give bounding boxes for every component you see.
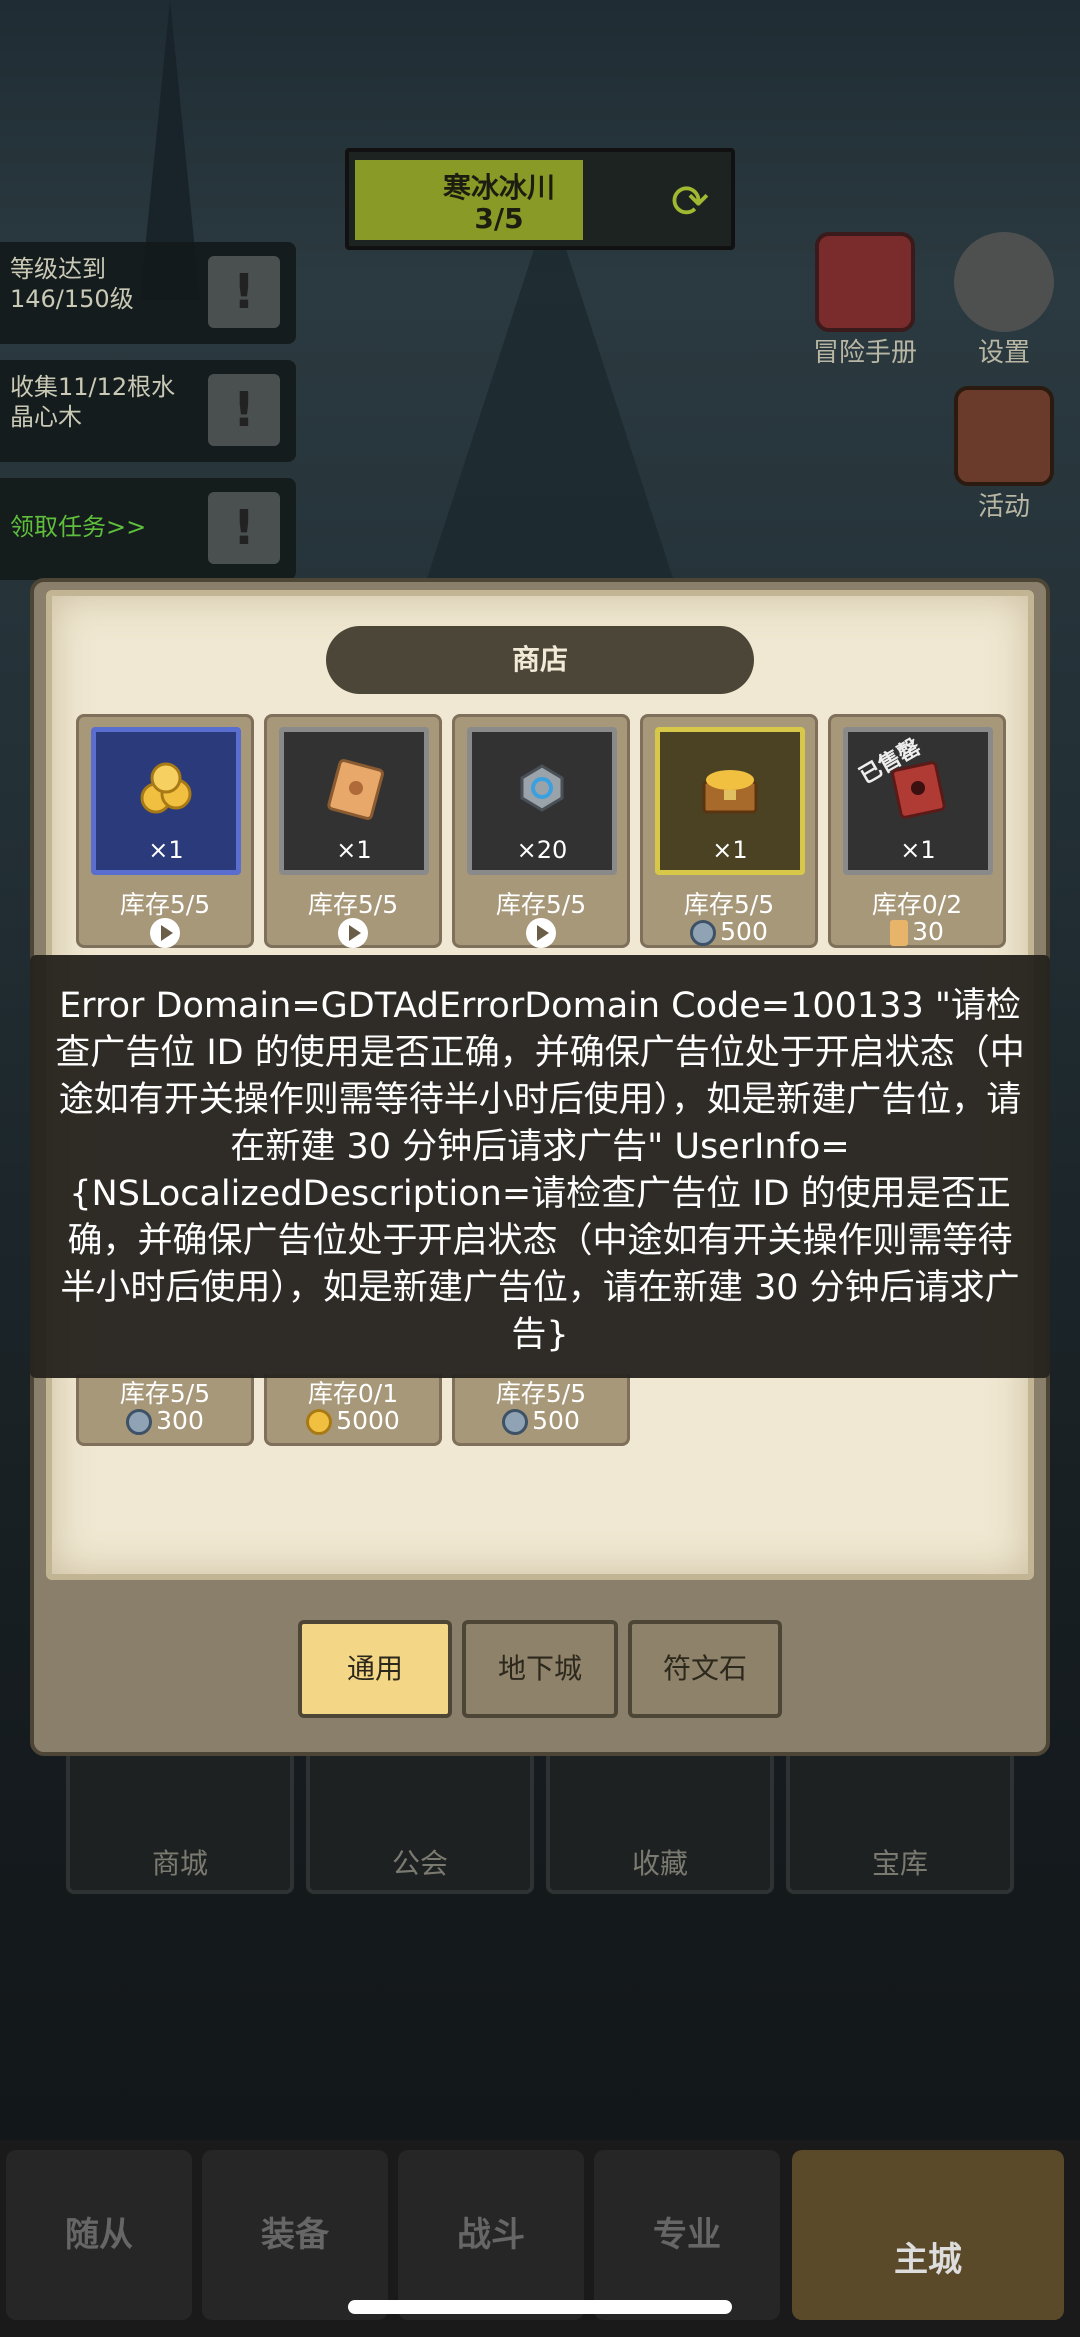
adventure-manual-button[interactable]: 冒险手册 xyxy=(800,232,930,369)
gold-coin-icon xyxy=(306,1409,333,1435)
play-icon xyxy=(338,918,368,948)
gem-icon xyxy=(126,1409,153,1435)
price-value: 30 xyxy=(912,917,944,946)
shop-item-card[interactable]: 已售罄 ×1 库存0/2 30 xyxy=(828,714,1006,948)
home-indicator[interactable] xyxy=(348,2300,732,2314)
scroll-icon xyxy=(327,759,384,820)
item-frame: 已售罄 ×1 xyxy=(843,727,993,875)
exclamation-icon: ! xyxy=(208,492,280,564)
shop-item-card[interactable]: ×1 库存5/5 xyxy=(264,714,442,948)
dock-shop[interactable]: 商城 xyxy=(66,1750,294,1894)
settings-label: 设置 xyxy=(977,338,1030,368)
item-stock: 库存0/1 xyxy=(307,1379,399,1408)
nav-tab-profession[interactable]: 专业 xyxy=(594,2150,780,2320)
item-stock: 库存5/5 xyxy=(307,890,399,919)
book-icon xyxy=(815,232,915,332)
refresh-icon[interactable]: ⟳ xyxy=(663,174,717,228)
quest-text: 等级达到146/150级 xyxy=(10,255,134,313)
item-stock: 库存5/5 xyxy=(119,890,211,919)
dock-collection[interactable]: 收藏 xyxy=(546,1750,774,1894)
quest-item[interactable]: 领取任务>> ! xyxy=(0,478,296,580)
tab-general[interactable]: 通用 xyxy=(298,1620,452,1718)
item-frame: ×1 xyxy=(91,727,241,875)
activity-button[interactable]: 活动 xyxy=(940,386,1068,523)
shop-item-card[interactable]: ×1 库存5/5 xyxy=(76,714,254,948)
activity-board-icon xyxy=(954,386,1054,486)
tab-rune-stone[interactable]: 符文石 xyxy=(628,1620,782,1718)
gem-icon xyxy=(690,920,717,946)
watch-ad-price[interactable] xyxy=(455,917,627,948)
adventure-manual-label: 冒险手册 xyxy=(812,338,917,368)
zone-progress-bar[interactable]: 寒冰冰川 3/5 ⟳ xyxy=(345,148,735,250)
quest-text: 收集11/12根水晶心木 xyxy=(10,373,176,431)
shop-item-card[interactable]: ×20 库存5/5 xyxy=(452,714,630,948)
item-price[interactable]: 30 xyxy=(831,917,1003,946)
dock-label: 收藏 xyxy=(631,1847,688,1880)
gem-icon xyxy=(502,1409,529,1435)
item-stock: 库存0/2 xyxy=(871,890,963,919)
tab-dungeon[interactable]: 地下城 xyxy=(462,1620,618,1718)
shop-item-card[interactable]: 库存0/1 5000 xyxy=(264,1374,442,1446)
treasure-chest-icon xyxy=(702,770,758,814)
error-toast: Error Domain=GDTAdErrorDomain Code=10013… xyxy=(30,955,1050,1378)
activity-label: 活动 xyxy=(977,492,1030,522)
dock-label: 宝库 xyxy=(871,1847,928,1880)
claim-quest-link[interactable]: 领取任务>> xyxy=(10,512,190,542)
item-stock: 库存5/5 xyxy=(495,1379,587,1408)
exclamation-icon: ! xyxy=(208,256,280,328)
price-value: 300 xyxy=(156,1406,204,1435)
nav-tab-battle[interactable]: 战斗 xyxy=(398,2150,584,2320)
item-frame: ×1 xyxy=(279,727,429,875)
zone-progress-text: 3/5 xyxy=(474,202,524,235)
shop-title: 商店 xyxy=(326,626,754,694)
rune-stone-icon xyxy=(520,764,564,812)
item-qty: ×1 xyxy=(900,836,936,864)
item-qty: ×1 xyxy=(712,836,748,864)
play-icon xyxy=(150,918,180,948)
watch-ad-price[interactable] xyxy=(267,917,439,948)
dock-guild[interactable]: 公会 xyxy=(306,1750,534,1894)
nav-tab-equipment[interactable]: 装备 xyxy=(202,2150,388,2320)
item-price[interactable]: 500 xyxy=(643,917,815,946)
shop-item-card[interactable]: 库存5/5 500 xyxy=(452,1374,630,1446)
item-frame: ×20 xyxy=(467,727,617,875)
price-value: 500 xyxy=(532,1406,580,1435)
item-qty: ×1 xyxy=(336,836,372,864)
watch-ad-price[interactable] xyxy=(79,917,251,948)
item-qty: ×20 xyxy=(516,836,568,864)
item-qty: ×1 xyxy=(148,836,184,864)
item-price[interactable]: 5000 xyxy=(267,1406,439,1435)
nav-tab-main-city[interactable]: 主城 xyxy=(792,2150,1064,2320)
dock-label: 公会 xyxy=(391,1847,448,1880)
play-icon xyxy=(526,918,556,948)
dock-label: 商城 xyxy=(151,1847,208,1880)
item-price[interactable]: 500 xyxy=(455,1406,627,1435)
dock-treasury[interactable]: 宝库 xyxy=(786,1750,1014,1894)
scroll-currency-icon xyxy=(890,920,909,946)
quest-item[interactable]: 收集11/12根水晶心木 ! xyxy=(0,360,296,462)
exclamation-icon: ! xyxy=(208,374,280,446)
shop-item-card[interactable]: ×1 库存5/5 500 xyxy=(640,714,818,948)
item-stock: 库存5/5 xyxy=(495,890,587,919)
gold-coins-icon xyxy=(140,762,192,814)
item-stock: 库存5/5 xyxy=(119,1379,211,1408)
gear-icon xyxy=(954,232,1054,332)
price-value: 5000 xyxy=(336,1406,400,1435)
item-price[interactable]: 300 xyxy=(79,1406,251,1435)
zone-name: 寒冰冰川 xyxy=(442,171,555,204)
quest-item[interactable]: 等级达到146/150级 ! xyxy=(0,242,296,344)
shop-item-card[interactable]: 库存5/5 300 xyxy=(76,1374,254,1446)
item-stock: 库存5/5 xyxy=(683,890,775,919)
price-value: 500 xyxy=(720,917,768,946)
item-frame: ×1 xyxy=(655,727,805,875)
nav-tab-followers[interactable]: 随从 xyxy=(6,2150,192,2320)
settings-button[interactable]: 设置 xyxy=(948,232,1060,369)
